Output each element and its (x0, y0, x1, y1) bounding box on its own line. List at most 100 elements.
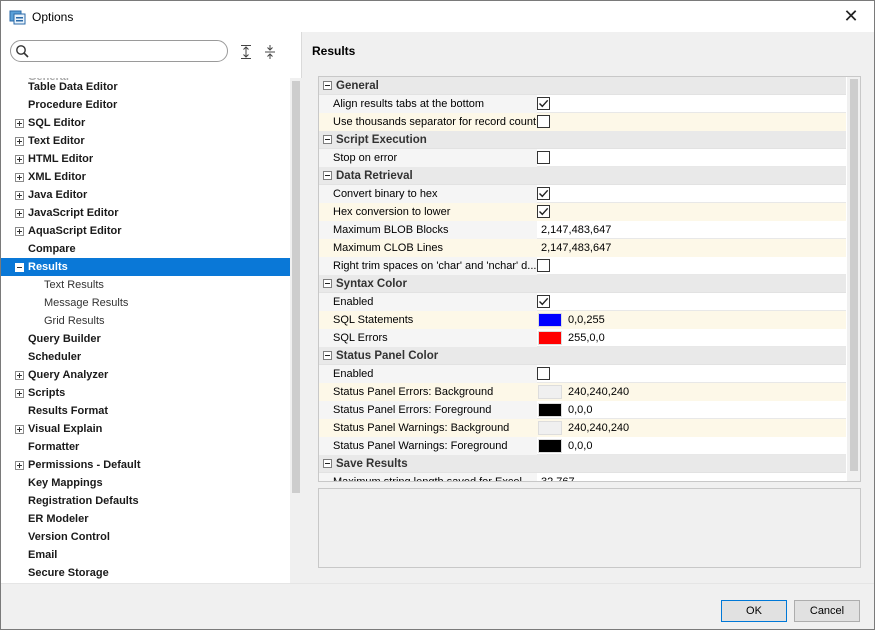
expand-icon[interactable] (15, 371, 24, 380)
tree-item[interactable]: Scripts (1, 384, 290, 402)
color-swatch[interactable] (538, 313, 562, 327)
property-category[interactable]: Syntax Color (319, 275, 846, 293)
property-value[interactable] (537, 113, 846, 131)
tree-item[interactable]: JavaScript Editor (1, 204, 290, 222)
property-row[interactable]: Maximum CLOB Lines 2,147,483,647 (319, 239, 846, 257)
checkbox-checked[interactable] (537, 187, 550, 200)
tree-item[interactable]: Version Control (1, 528, 290, 546)
tree-item[interactable]: Permissions - Default (1, 456, 290, 474)
expand-icon[interactable] (15, 155, 24, 164)
property-category[interactable]: Save Results (319, 455, 846, 473)
property-value[interactable] (537, 365, 846, 383)
property-row[interactable]: Convert binary to hex (319, 185, 846, 203)
tree-item[interactable]: XML Editor (1, 168, 290, 186)
tree-item[interactable]: Results Format (1, 402, 290, 420)
collapse-all-icon[interactable] (263, 44, 277, 60)
tree-item[interactable]: Table Data Editor (1, 78, 290, 96)
expand-icon[interactable] (15, 173, 24, 182)
search-input[interactable] (10, 40, 228, 62)
property-value[interactable] (537, 95, 846, 113)
property-category[interactable]: Status Panel Color (319, 347, 846, 365)
cancel-button[interactable]: Cancel (794, 600, 860, 622)
tree-item[interactable]: Key Mappings (1, 474, 290, 492)
expand-icon[interactable] (15, 137, 24, 146)
collapse-icon[interactable] (323, 81, 332, 90)
tree-item[interactable]: HTML Editor (1, 150, 290, 168)
tree-item[interactable]: Scheduler (1, 348, 290, 366)
expand-all-icon[interactable] (239, 44, 253, 60)
tree-item[interactable]: Formatter (1, 438, 290, 456)
property-row[interactable]: Stop on error (319, 149, 846, 167)
checkbox-checked[interactable] (537, 205, 550, 218)
collapse-icon[interactable] (323, 279, 332, 288)
expand-icon[interactable] (15, 191, 24, 200)
collapse-icon[interactable] (323, 459, 332, 468)
expand-icon[interactable] (15, 209, 24, 218)
tree-item[interactable]: Secure Storage (1, 564, 290, 582)
color-swatch[interactable] (538, 385, 562, 399)
property-value[interactable]: 32,767 (537, 473, 846, 481)
property-row[interactable]: Align results tabs at the bottom (319, 95, 846, 113)
expand-icon[interactable] (15, 389, 24, 398)
collapse-icon[interactable] (323, 135, 332, 144)
collapse-icon[interactable] (323, 351, 332, 360)
checkbox-checked[interactable] (537, 295, 550, 308)
color-swatch[interactable] (538, 421, 562, 435)
color-swatch[interactable] (538, 403, 562, 417)
property-row[interactable]: Status Panel Errors: Foreground 0,0,0 (319, 401, 846, 419)
checkbox[interactable] (537, 151, 550, 164)
tree-item[interactable]: Text Results (1, 276, 290, 294)
tree-item[interactable]: Message Results (1, 294, 290, 312)
tree-item[interactable]: Text Editor (1, 132, 290, 150)
property-row[interactable]: Status Panel Warnings: Background 240,240… (319, 419, 846, 437)
checkbox[interactable] (537, 367, 550, 380)
property-row[interactable]: SQL Errors 255,0,0 (319, 329, 846, 347)
property-category[interactable]: General (319, 77, 846, 95)
ok-button[interactable]: OK (721, 600, 787, 622)
property-row[interactable]: Right trim spaces on 'char' and 'nchar' … (319, 257, 846, 275)
property-value[interactable] (537, 257, 846, 275)
grid-scrollbar-thumb[interactable] (850, 79, 858, 471)
property-row[interactable]: Hex conversion to lower (319, 203, 846, 221)
property-category[interactable]: Script Execution (319, 131, 846, 149)
color-swatch[interactable] (538, 439, 562, 453)
property-value[interactable]: 2,147,483,647 (537, 221, 846, 239)
tree-item[interactable]: AquaScript Editor (1, 222, 290, 240)
property-value[interactable] (537, 293, 846, 311)
expand-icon[interactable] (15, 461, 24, 470)
property-category[interactable]: Data Retrieval (319, 167, 846, 185)
tree-scrollbar[interactable] (290, 78, 302, 583)
property-row[interactable]: Enabled (319, 365, 846, 383)
property-row[interactable]: Enabled (319, 293, 846, 311)
tree-item[interactable]: ER Modeler (1, 510, 290, 528)
property-row[interactable]: SQL Statements 0,0,255 (319, 311, 846, 329)
tree-item[interactable]: Registration Defaults (1, 492, 290, 510)
tree-item[interactable]: Java Editor (1, 186, 290, 204)
property-value[interactable] (537, 185, 846, 203)
tree-item[interactable]: Email (1, 546, 290, 564)
checkbox-checked[interactable] (537, 97, 550, 110)
grid-scrollbar[interactable] (847, 77, 860, 481)
expand-icon[interactable] (15, 425, 24, 434)
tree-item[interactable]: Visual Explain (1, 420, 290, 438)
tree-item[interactable]: Query Builder (1, 330, 290, 348)
expand-icon[interactable] (15, 227, 24, 236)
property-row[interactable]: Use thousands separator for record count (319, 113, 846, 131)
property-value[interactable] (537, 203, 846, 221)
property-value[interactable] (537, 149, 846, 167)
property-row[interactable]: Maximum BLOB Blocks 2,147,483,647 (319, 221, 846, 239)
tree-scrollbar-thumb[interactable] (292, 81, 300, 493)
property-row[interactable]: Status Panel Warnings: Foreground 0,0,0 (319, 437, 846, 455)
collapse-icon[interactable] (323, 171, 332, 180)
tree-item[interactable]: Compare (1, 240, 290, 258)
expand-icon[interactable] (15, 119, 24, 128)
tree-item[interactable]: Query Analyzer (1, 366, 290, 384)
tree-item[interactable]: SQL Editor (1, 114, 290, 132)
collapse-icon[interactable] (15, 263, 24, 272)
property-row[interactable]: Maximum string length saved for Excel 32,… (319, 473, 846, 481)
checkbox[interactable] (537, 115, 550, 128)
color-swatch[interactable] (538, 331, 562, 345)
tree-item[interactable]: Procedure Editor (1, 96, 290, 114)
checkbox[interactable] (537, 259, 550, 272)
property-value[interactable]: 2,147,483,647 (537, 239, 846, 257)
